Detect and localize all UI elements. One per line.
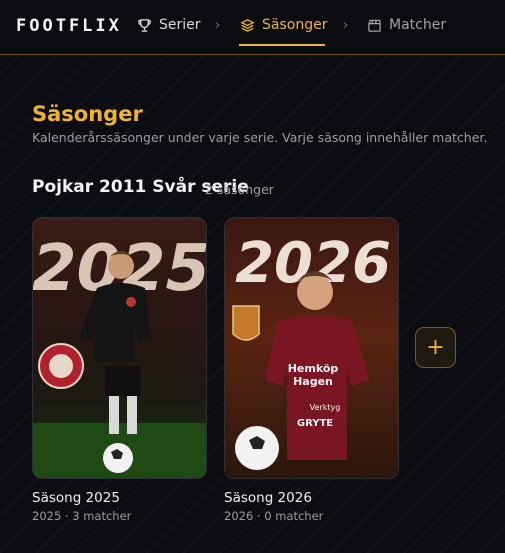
- page-title: Säsonger: [32, 102, 143, 126]
- series-season-count: 2 säsonger: [205, 182, 274, 197]
- nav-sasonger[interactable]: Säsonger: [240, 17, 327, 33]
- sponsor-text: Verktyg: [310, 403, 341, 412]
- nav-sasonger-label: Säsonger: [262, 17, 328, 33]
- clapperboard-icon: [368, 19, 381, 32]
- nav-separator: ›: [215, 18, 221, 33]
- season-title[interactable]: Säsong 2026: [224, 490, 312, 506]
- season-meta: 2026 · 0 matcher: [224, 509, 324, 523]
- season-meta: 2025 · 3 matcher: [32, 509, 132, 523]
- season-card-2026[interactable]: 2026 Hemköp Hagen Verktyg GRYTE: [224, 217, 399, 479]
- sponsor-text: GRYTE: [297, 418, 333, 429]
- nav-matcher-label: Matcher: [389, 17, 447, 33]
- sponsor-text: Hagen: [293, 375, 333, 388]
- nav-serier-label: Serier: [159, 17, 201, 33]
- active-tab-indicator: [239, 44, 325, 46]
- season-poster-2025: 2025: [33, 218, 206, 478]
- nav-separator: ›: [343, 18, 349, 33]
- top-navigation-bar: FOOTFLIX Serier › Säsonger › Matcher: [0, 0, 505, 55]
- season-card-2025[interactable]: 2025: [32, 217, 207, 479]
- trophy-icon: [138, 18, 151, 32]
- nav-serier[interactable]: Serier: [137, 17, 201, 33]
- layers-icon: [240, 18, 255, 32]
- season-title[interactable]: Säsong 2025: [32, 490, 120, 506]
- season-poster-2026: 2026 Hemköp Hagen Verktyg GRYTE: [225, 218, 398, 478]
- sponsor-text: Hemköp: [288, 362, 339, 375]
- add-season-button[interactable]: +: [415, 327, 456, 368]
- app-logo[interactable]: FOOTFLIX: [16, 16, 122, 36]
- page-subtitle: Kalenderårssäsonger under varje serie. V…: [32, 130, 488, 145]
- nav-matcher[interactable]: Matcher: [367, 17, 446, 33]
